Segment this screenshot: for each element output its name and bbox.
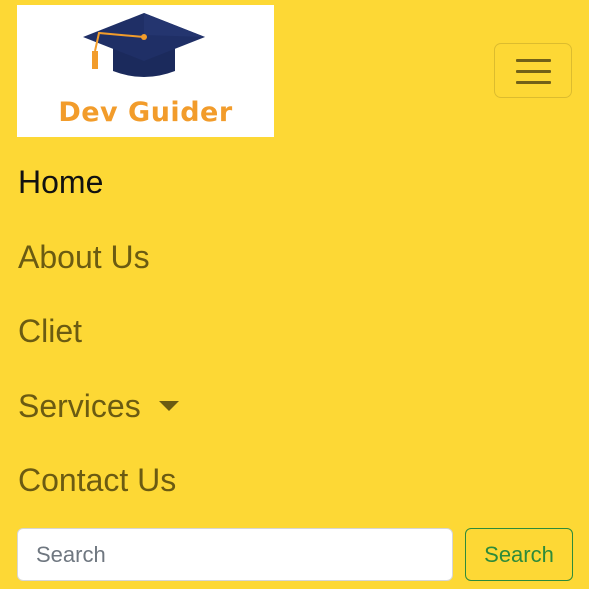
nav-item-label: Services [18, 387, 141, 424]
nav-item-label: Contact Us [18, 462, 177, 498]
navbar: Dev Guider Home About Us Cliet Services … [0, 0, 589, 589]
brand-logo[interactable]: Dev Guider [17, 5, 274, 137]
nav-item-services-dropdown[interactable]: Services [18, 374, 179, 449]
caret-down-icon [158, 400, 179, 411]
nav-item-about-us[interactable]: About Us [18, 225, 179, 300]
nav-item-contact-us[interactable]: Contact Us [18, 448, 179, 523]
nav-item-label: Cliet [18, 313, 83, 349]
nav-item-label: Home [18, 164, 104, 200]
nav-item-label: About Us [18, 238, 150, 275]
brand-name: Dev Guider [58, 97, 233, 128]
nav-item-home[interactable]: Home [18, 150, 179, 225]
nav-item-cliet[interactable]: Cliet [18, 299, 179, 374]
search-input[interactable] [17, 528, 453, 581]
graduation-cap-icon [83, 13, 205, 77]
nav-menu: Home About Us Cliet Services Contact Us [18, 150, 179, 523]
navbar-toggler-button[interactable] [494, 43, 572, 98]
search-button[interactable]: Search [465, 528, 573, 581]
